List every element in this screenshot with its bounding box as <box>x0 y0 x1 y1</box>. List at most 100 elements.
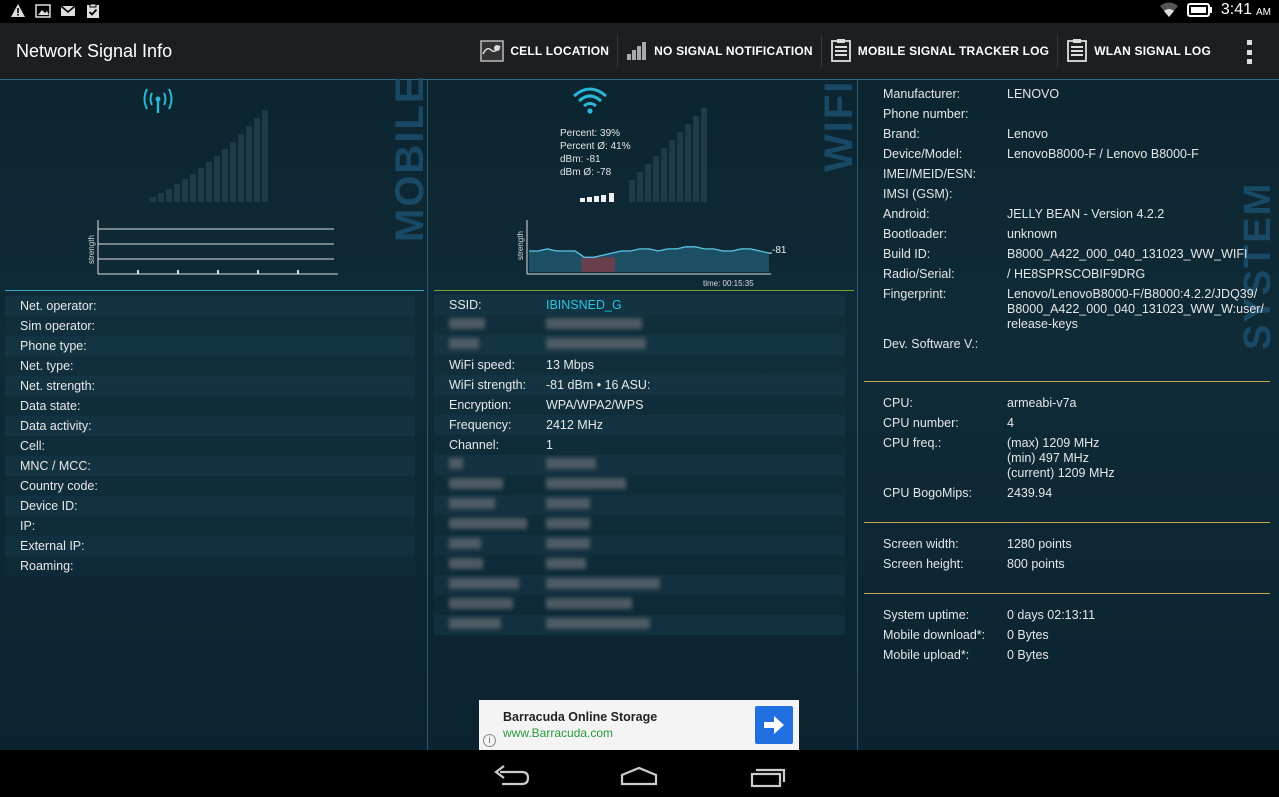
overflow-menu-icon[interactable] <box>1247 40 1253 64</box>
redacted-key <box>449 618 501 629</box>
system-row-key: IMSI (GSM): <box>883 187 953 201</box>
mobile-row: Roaming: <box>5 556 415 576</box>
recent-apps-icon[interactable] <box>748 764 788 788</box>
system-row-key: Radio/Serial: <box>883 267 955 281</box>
wifi-row-key <box>434 338 546 352</box>
no-signal-notification-button[interactable]: NO SIGNAL NOTIFICATION <box>617 35 821 67</box>
ad-title: Barracuda Online Storage <box>503 710 658 724</box>
mobile-row: Sim operator: <box>5 316 415 336</box>
system-row: Brand: Lenovo <box>883 127 1269 142</box>
system-row: Build ID: B8000_A422_000_040_131023_WW_WI… <box>883 247 1269 262</box>
wlan-signal-log-button[interactable]: WLAN SIGNAL LOG <box>1057 35 1219 67</box>
mobile-row: MNC / MCC: <box>5 456 415 476</box>
mobile-row-key: MNC / MCC: <box>20 459 91 473</box>
system-uptime-info: System uptime: 0 days 02:13:11 Mobile down… <box>883 608 1269 668</box>
wifi-strength-chart <box>529 246 772 272</box>
mobile-row: Country code: <box>5 476 415 496</box>
wifi-row <box>434 495 845 515</box>
mobile-signal-bars-background <box>150 110 268 202</box>
system-row: CPU freq.: (max) 1209 MHz (min) 497 MHz (… <box>883 436 1269 481</box>
wifi-row-value <box>546 478 845 492</box>
wifi-row <box>434 535 845 555</box>
redacted-value <box>546 458 596 469</box>
mobile-row-key: Net. type: <box>20 359 74 373</box>
system-row-value <box>1007 337 1269 352</box>
ad-url: www.Barracuda.com <box>503 726 614 740</box>
mobile-row: Net. type: <box>5 356 415 376</box>
system-row-value: 0 Bytes <box>1007 648 1049 662</box>
wifi-row: WiFi speed: 13 Mbps <box>434 355 845 375</box>
wifi-row <box>434 475 845 495</box>
wifi-row <box>434 595 845 615</box>
redacted-value <box>546 578 660 589</box>
wifi-row-key <box>434 598 546 612</box>
redacted-value <box>546 498 590 509</box>
wifi-signal-bars-background <box>629 108 707 202</box>
app-title: Network Signal Info <box>16 41 173 61</box>
wifi-row <box>434 515 845 535</box>
redacted-key <box>449 318 485 329</box>
system-row-key: Build ID: <box>883 247 931 261</box>
system-row: IMEI/MEID/ESN: <box>883 167 1269 182</box>
system-row-value: 2439.94 <box>1007 486 1053 500</box>
system-row-key: CPU number: <box>883 416 959 430</box>
ad-arrow-button[interactable] <box>755 706 793 744</box>
system-divider-2 <box>864 522 1270 523</box>
wifi-icon <box>1159 2 1178 17</box>
system-device-info: Manufacturer: LENOVO Phone number: Brand: Le… <box>883 87 1269 357</box>
redacted-value <box>546 558 586 569</box>
system-row-value <box>1007 167 1269 182</box>
wifi-row-key: WiFi speed: <box>449 358 515 372</box>
redacted-value <box>546 598 632 609</box>
mobile-row: Net. operator: <box>5 296 415 316</box>
log-icon <box>830 39 851 62</box>
wifi-row-value: 2412 MHz <box>546 418 603 432</box>
ad-banner[interactable]: Barracuda Online Storage www.Barracuda.c… <box>479 700 799 750</box>
back-icon[interactable] <box>492 764 532 788</box>
redacted-value <box>546 538 590 549</box>
system-row: Mobile upload*: 0 Bytes <box>883 648 1269 663</box>
mobile-row: Device ID: <box>5 496 415 516</box>
mobile-signal-tracker-log-label: MOBILE SIGNAL TRACKER LOG <box>857 44 1050 58</box>
system-row-key: Dev. Software V.: <box>883 337 979 351</box>
system-row-value: LenovoB8000-F / Lenovo B8000-F <box>1007 147 1199 161</box>
map-icon <box>480 40 505 62</box>
wifi-icon <box>573 87 607 114</box>
clipboard-check-icon <box>87 3 99 18</box>
wifi-row-key <box>434 318 546 332</box>
redacted-key <box>449 598 513 609</box>
clock-ampm: AM <box>1256 6 1271 18</box>
wifi-divider <box>434 290 854 291</box>
system-row-value: LENOVO <box>1007 87 1060 101</box>
wifi-row-value: 1 <box>546 438 553 452</box>
action-items: CELL LOCATION NO SIGNAL NOTIFICATION MOB… <box>472 35 1219 67</box>
mobile-row-key: External IP: <box>20 539 85 553</box>
wifi-signal-area: Percent: 39% Percent Ø: 41% dBm: -81 dBm… <box>516 87 787 288</box>
wifi-row-value <box>546 458 845 472</box>
system-row: Screen width: 1280 points <box>883 537 1269 552</box>
wifi-row <box>434 315 845 335</box>
system-row: Device/Model: LenovoB8000-F / Lenovo B800… <box>883 147 1269 162</box>
home-icon[interactable] <box>619 764 659 788</box>
cell-location-button[interactable]: CELL LOCATION <box>472 35 617 67</box>
mobile-row-key: Device ID: <box>20 499 78 513</box>
wifi-row-key: Encryption: <box>449 398 512 412</box>
wifi-row-value <box>546 598 845 612</box>
system-row: CPU BogoMips: 2439.94 <box>883 486 1269 501</box>
system-tray: 3:41 AM <box>1159 1 1271 19</box>
wifi-dbm-avg: dBm Ø: -78 <box>560 167 612 178</box>
system-row-value: B8000_A422_000_040_131023_WW_WIFI <box>1007 247 1248 261</box>
system-row: Fingerprint: Lenovo/LenovoB8000-F/B8000:4… <box>883 287 1269 332</box>
ad-info-icon[interactable]: i <box>483 734 496 747</box>
wifi-row-value <box>546 578 845 592</box>
system-row-key: Android: <box>883 207 930 221</box>
system-row-value: JELLY BEAN - Version 4.2.2 <box>1007 207 1165 221</box>
redacted-value <box>546 338 646 349</box>
mobile-divider <box>5 290 424 291</box>
wifi-mini-bars <box>580 193 614 202</box>
mobile-signal-tracker-log-button[interactable]: MOBILE SIGNAL TRACKER LOG <box>820 35 1057 67</box>
redacted-key <box>449 498 495 509</box>
mobile-row-key: Data state: <box>20 399 81 413</box>
mobile-row-key: Roaming: <box>20 559 74 573</box>
wifi-row-key <box>434 578 546 592</box>
